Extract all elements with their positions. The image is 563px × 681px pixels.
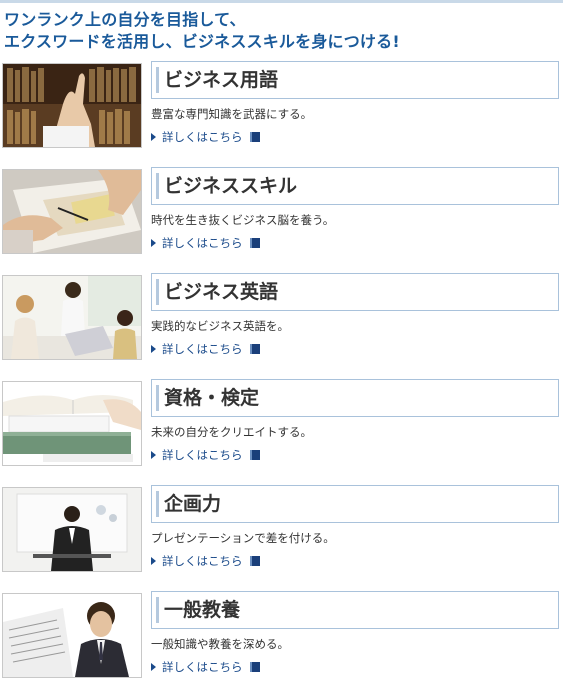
item-title: ビジネス英語 [164, 281, 279, 303]
details-link-label: 詳しくはこちら [162, 236, 243, 250]
arrow-right-icon [151, 450, 156, 459]
business-english-photo[interactable] [2, 275, 142, 360]
title-box: ビジネス英語 [151, 273, 559, 311]
category-item-business-english: ビジネス英語 実践的なビジネス英語を。 詳しくはこちら [0, 273, 563, 363]
qualifications-photo[interactable] [2, 381, 142, 466]
details-link-label: 詳しくはこちら [162, 448, 243, 462]
details-link[interactable]: 詳しくはこちら [151, 235, 260, 251]
book-icon [249, 343, 260, 354]
page-heading: ワンランク上の自分を目指して、 エクスワードを活用し、ビジネススキルを身につける… [4, 9, 559, 53]
category-item-planning: 企画力 プレゼンテーションで差を付ける。 詳しくはこちら [0, 485, 563, 575]
arrow-right-icon [151, 556, 156, 565]
item-description: 時代を生き抜くビジネス脳を養う。 [151, 213, 335, 227]
item-title: 資格・検定 [164, 387, 260, 409]
details-link-label: 詳しくはこちら [162, 130, 243, 144]
arrow-right-icon [151, 238, 156, 247]
details-link-label: 詳しくはこちら [162, 660, 243, 674]
item-description: 実践的なビジネス英語を。 [151, 319, 289, 333]
item-title: 一般教養 [164, 599, 241, 621]
business-skills-photo[interactable] [2, 169, 142, 254]
details-link-label: 詳しくはこちら [162, 342, 243, 356]
item-description: 未来の自分をクリエイトする。 [151, 425, 312, 439]
title-box: 一般教養 [151, 591, 559, 629]
arrow-right-icon [151, 662, 156, 671]
category-item-general-education: 一般教養 一般知識や教養を深める。 詳しくはこちら [0, 591, 563, 681]
details-link[interactable]: 詳しくはこちら [151, 129, 260, 145]
item-description: プレゼンテーションで差を付ける。 [151, 531, 335, 545]
planning-photo[interactable] [2, 487, 142, 572]
item-title: ビジネス用語 [164, 69, 279, 91]
item-title: 企画力 [164, 493, 222, 515]
book-icon [249, 449, 260, 460]
business-terms-photo[interactable] [2, 63, 142, 148]
details-link[interactable]: 詳しくはこちら [151, 447, 260, 463]
book-icon [249, 555, 260, 566]
book-icon [249, 661, 260, 672]
heading-line-1: ワンランク上の自分を目指して、 [4, 10, 246, 29]
item-description: 一般知識や教養を深める。 [151, 637, 289, 651]
title-box: ビジネススキル [151, 167, 559, 205]
item-description: 豊富な専門知識を武器にする。 [151, 107, 313, 121]
title-box: 企画力 [151, 485, 559, 523]
title-box: 資格・検定 [151, 379, 559, 417]
item-title: ビジネススキル [164, 175, 298, 197]
category-item-qualifications: 資格・検定 未来の自分をクリエイトする。 詳しくはこちら [0, 379, 563, 469]
category-item-business-terms: ビジネス用語 豊富な専門知識を武器にする。 詳しくはこちら [0, 61, 563, 151]
details-link[interactable]: 詳しくはこちら [151, 341, 260, 357]
arrow-right-icon [151, 344, 156, 353]
category-item-business-skills: ビジネススキル 時代を生き抜くビジネス脳を養う。 詳しくはこちら [0, 167, 563, 257]
details-link[interactable]: 詳しくはこちら [151, 659, 260, 675]
book-icon [249, 131, 260, 142]
heading-line-2: エクスワードを活用し、ビジネススキルを身につける! [4, 32, 400, 51]
top-divider [0, 0, 563, 3]
details-link-label: 詳しくはこちら [162, 554, 243, 568]
details-link[interactable]: 詳しくはこちら [151, 553, 260, 569]
arrow-right-icon [151, 132, 156, 141]
general-education-photo[interactable] [2, 593, 142, 678]
book-icon [249, 237, 260, 248]
title-box: ビジネス用語 [151, 61, 559, 99]
